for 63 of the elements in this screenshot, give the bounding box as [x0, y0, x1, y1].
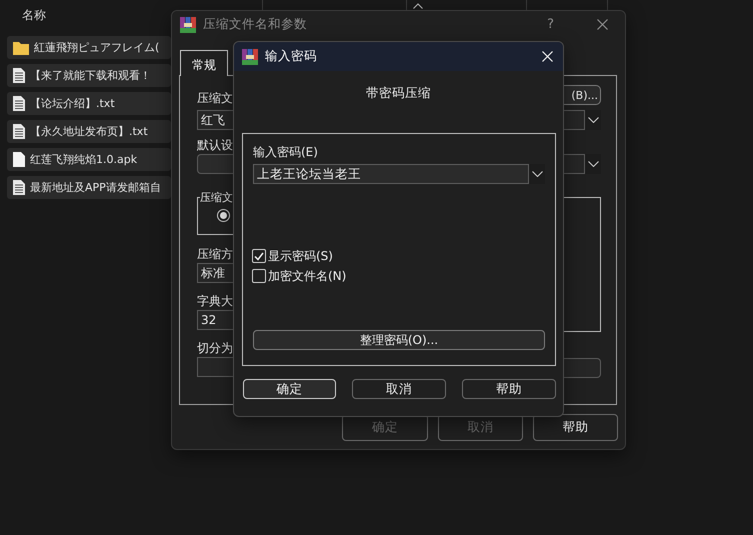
checkbox[interactable]	[252, 269, 266, 283]
split-field[interactable]	[197, 357, 234, 377]
file-row[interactable]: 最新地址及APP请发邮箱自	[7, 176, 171, 199]
file-row[interactable]: 【来了就能下载和观看！	[7, 64, 171, 87]
document-icon	[13, 180, 25, 195]
radio-button[interactable]	[217, 209, 230, 222]
file-name: 【永久地址发布页】.txt	[30, 124, 148, 139]
group-label: 压缩文	[200, 190, 233, 205]
file-row[interactable]: 【论坛介绍】.txt	[7, 92, 171, 115]
dialog-button[interactable]: 帮助	[533, 414, 618, 441]
field-label: 切分为	[197, 340, 234, 357]
input-field[interactable]	[564, 110, 585, 130]
window-title: 压缩文件名和参数	[203, 16, 308, 33]
help-button[interactable]: ?	[547, 17, 554, 32]
dialog-button[interactable]: 确定	[243, 379, 336, 399]
file-name: 红莲飞翔纯焰1.0.apk	[30, 152, 138, 167]
dictionary-field[interactable]: 32	[197, 310, 234, 330]
method-field[interactable]: 标准	[197, 263, 234, 283]
document-icon	[13, 68, 25, 83]
window-title: 输入密码	[265, 48, 318, 65]
input-field[interactable]	[564, 358, 601, 378]
dropdown-chevron-icon	[588, 117, 598, 123]
field-label: 默认设	[197, 137, 234, 154]
file-row[interactable]: 紅蓮飛翔ピュアフレイム(	[7, 36, 171, 59]
dropdown-button[interactable]	[529, 164, 545, 184]
column-header[interactable]: 名称	[22, 7, 46, 24]
file-row[interactable]: 【永久地址发布页】.txt	[7, 120, 171, 143]
archive-books-icon	[180, 16, 196, 32]
field-label: 压缩文	[197, 90, 234, 107]
checkbox-option[interactable]: 加密文件名(N)	[252, 266, 346, 286]
file-name: 最新地址及APP请发邮箱自	[30, 180, 161, 195]
input-field[interactable]	[564, 154, 585, 174]
checkbox-option[interactable]: 显示密码(S)	[252, 246, 333, 266]
profile-button[interactable]	[197, 154, 234, 174]
archive-name-field[interactable]: 红飞	[197, 110, 234, 130]
checkbox[interactable]	[252, 249, 266, 263]
password-field[interactable]: 上老王论坛当老王	[253, 164, 529, 184]
close-icon	[542, 51, 552, 62]
dialog-heading: 带密码压缩	[366, 84, 431, 102]
tab[interactable]: 常规	[180, 50, 228, 76]
dialog-button[interactable]: 取消	[352, 379, 446, 399]
file-icon	[13, 152, 25, 167]
browse-button[interactable]: (B)...	[564, 85, 601, 105]
field-label: 字典大	[197, 293, 234, 310]
field-label: 压缩方	[197, 246, 234, 263]
field-label: 输入密码(E)	[253, 144, 318, 161]
dropdown-chevron-icon	[532, 171, 542, 177]
sort-caret-icon	[413, 3, 423, 9]
archive-books-icon	[242, 48, 258, 64]
close-icon	[596, 19, 608, 30]
dropdown-button[interactable]	[585, 110, 601, 130]
organize-passwords-button[interactable]: 整理密码(O)...	[253, 330, 545, 350]
folder-icon	[13, 40, 29, 54]
document-icon	[13, 124, 25, 139]
file-name: 【论坛介绍】.txt	[30, 96, 115, 111]
dialog-button[interactable]: 帮助	[462, 379, 556, 399]
file-name: 紅蓮飛翔ピュアフレイム(	[34, 40, 160, 55]
dropdown-chevron-icon	[588, 161, 598, 167]
document-icon	[13, 96, 25, 111]
file-name: 【来了就能下载和观看！	[30, 68, 151, 83]
file-row[interactable]: 红莲飞翔纯焰1.0.apk	[7, 148, 171, 171]
checkmark-icon	[254, 252, 264, 260]
dropdown-button[interactable]	[585, 154, 601, 174]
